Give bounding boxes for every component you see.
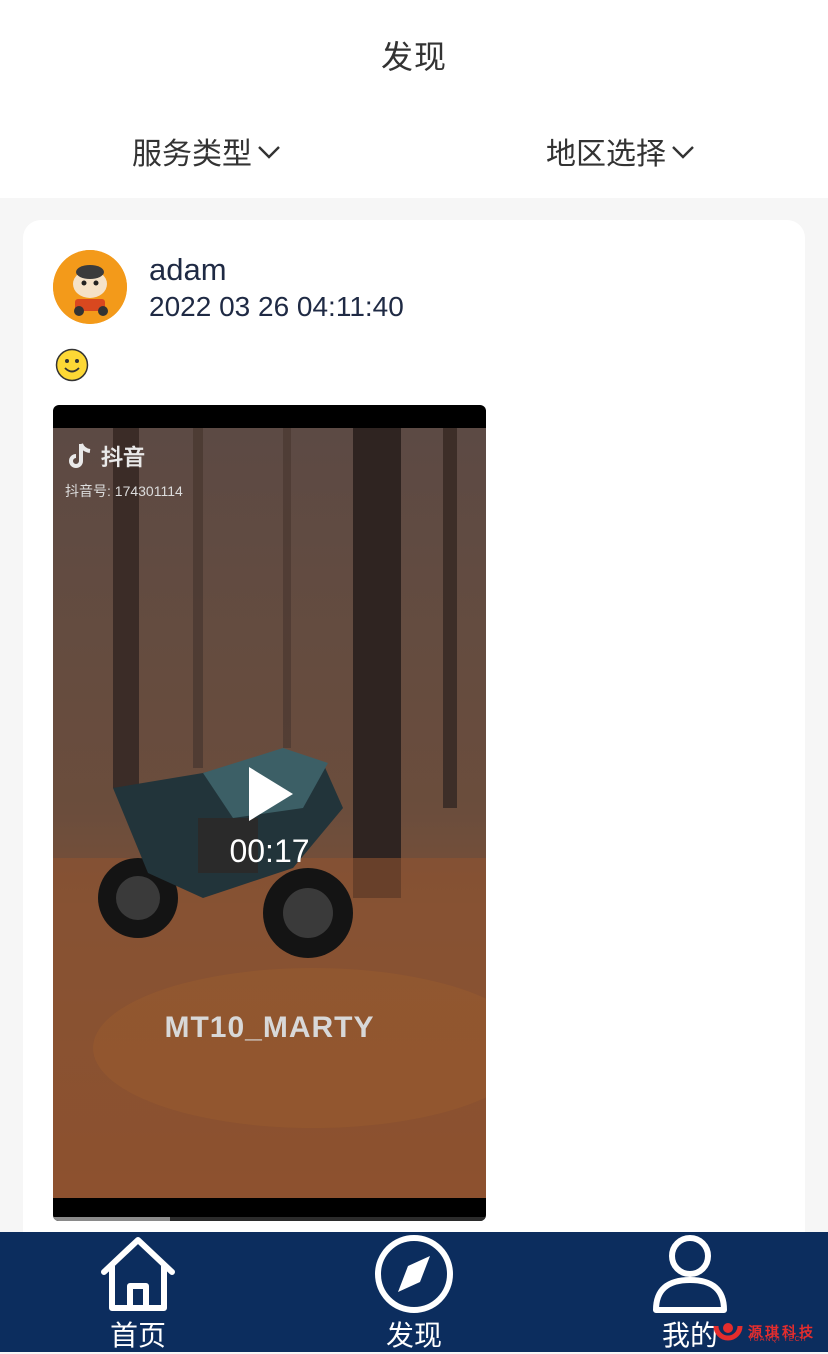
tab-home-label: 首页 bbox=[109, 1320, 166, 1351]
slightly-smiling-face-icon bbox=[55, 348, 89, 382]
home-icon bbox=[101, 1237, 175, 1311]
tab-discover[interactable]: 发现 bbox=[344, 1232, 484, 1352]
chevron-down-icon bbox=[672, 146, 694, 159]
tiktok-icon bbox=[69, 443, 91, 468]
page-title: 发现 bbox=[380, 39, 447, 75]
service-type-filter[interactable]: 服务类型 bbox=[132, 128, 282, 174]
video-overlay-caption: MT10_MARTY bbox=[164, 1011, 375, 1044]
video-player[interactable]: 抖音 抖音号: 174301114 00:17 MT10_MARTY bbox=[53, 405, 486, 1221]
region-label: 地区选择 bbox=[546, 138, 666, 171]
brand-logo-icon bbox=[713, 1323, 743, 1341]
service-type-label: 服务类型 bbox=[132, 138, 252, 171]
chevron-down-icon bbox=[258, 146, 280, 159]
video-progress-fill bbox=[53, 1217, 170, 1221]
video-duration: 00:17 bbox=[229, 833, 310, 869]
post-username[interactable]: adam bbox=[149, 252, 227, 288]
avatar[interactable] bbox=[53, 250, 127, 324]
bottom-tab-bar: 首页 发现 我的 bbox=[0, 1232, 828, 1352]
tiktok-watermark: 抖音 bbox=[65, 440, 145, 472]
tiktok-id: 抖音号: 174301114 bbox=[65, 483, 183, 499]
brand-watermark: 源琪科技 YUANQI TECH bbox=[712, 1312, 828, 1352]
top-header: 发现 服务类型 地区选择 bbox=[0, 0, 828, 198]
tab-home[interactable]: 首页 bbox=[68, 1232, 208, 1352]
post-timestamp: 2022 03 26 04:11:40 bbox=[149, 291, 404, 322]
region-filter[interactable]: 地区选择 bbox=[546, 128, 696, 174]
video-progress-bar[interactable] bbox=[53, 1217, 486, 1221]
brand-watermark-sub: YUANQI TECH bbox=[748, 1336, 807, 1343]
user-icon bbox=[653, 1235, 727, 1313]
tab-discover-label: 发现 bbox=[385, 1320, 442, 1351]
tiktok-app-name: 抖音 bbox=[101, 445, 146, 470]
post-card: adam 2022 03 26 04:11:40 抖音 抖音号: 1743011… bbox=[23, 220, 805, 1260]
play-icon[interactable] bbox=[247, 765, 295, 823]
compass-icon bbox=[375, 1235, 453, 1313]
